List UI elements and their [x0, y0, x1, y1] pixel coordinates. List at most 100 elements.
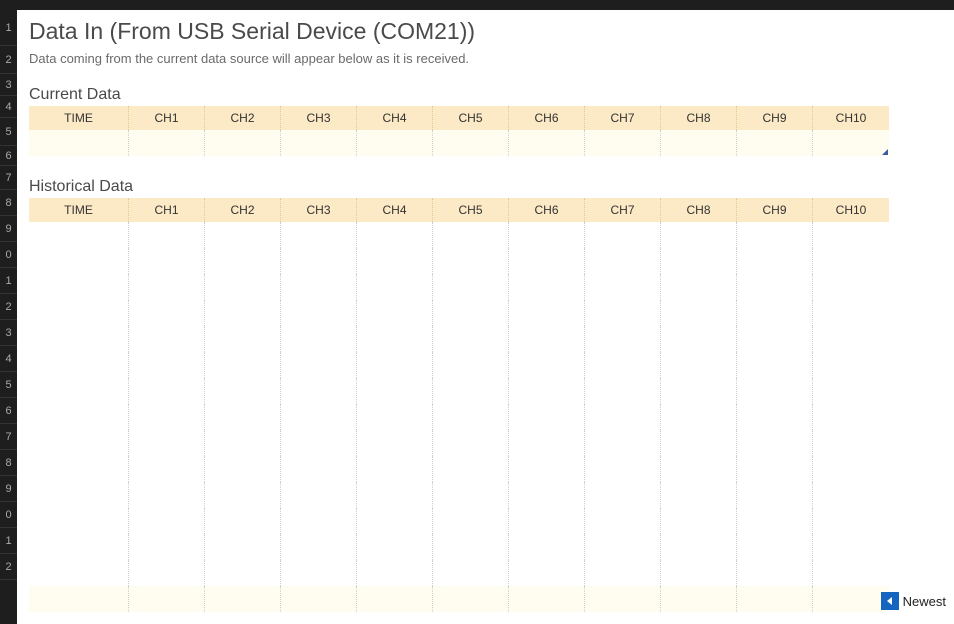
data-cell[interactable] — [509, 248, 585, 274]
data-cell[interactable] — [129, 586, 205, 612]
data-cell[interactable] — [585, 586, 661, 612]
data-cell[interactable] — [281, 300, 357, 326]
data-cell[interactable] — [433, 300, 509, 326]
newest-button[interactable]: Newest — [881, 592, 946, 610]
data-cell[interactable] — [661, 508, 737, 534]
data-cell[interactable] — [205, 508, 281, 534]
data-cell[interactable] — [661, 586, 737, 612]
data-cell[interactable] — [737, 482, 813, 508]
data-cell[interactable] — [661, 482, 737, 508]
data-cell[interactable] — [509, 586, 585, 612]
data-cell[interactable] — [813, 404, 889, 430]
data-cell[interactable] — [585, 456, 661, 482]
data-cell[interactable] — [737, 274, 813, 300]
data-cell[interactable] — [357, 326, 433, 352]
data-cell[interactable] — [205, 352, 281, 378]
data-cell[interactable] — [509, 534, 585, 560]
data-cell[interactable] — [813, 482, 889, 508]
data-cell[interactable] — [205, 404, 281, 430]
data-cell[interactable] — [29, 560, 129, 586]
data-cell[interactable] — [661, 378, 737, 404]
data-cell[interactable] — [357, 430, 433, 456]
data-cell[interactable] — [509, 430, 585, 456]
data-cell[interactable] — [737, 300, 813, 326]
data-cell[interactable] — [585, 508, 661, 534]
data-cell[interactable] — [281, 222, 357, 248]
data-cell[interactable] — [129, 534, 205, 560]
data-cell[interactable] — [737, 222, 813, 248]
data-cell[interactable] — [129, 300, 205, 326]
data-cell[interactable] — [433, 352, 509, 378]
data-cell[interactable] — [433, 456, 509, 482]
data-cell[interactable] — [661, 222, 737, 248]
data-cell[interactable] — [813, 430, 889, 456]
data-cell[interactable] — [813, 456, 889, 482]
data-cell[interactable] — [585, 378, 661, 404]
data-cell[interactable] — [29, 248, 129, 274]
data-cell[interactable] — [281, 586, 357, 612]
data-cell[interactable] — [205, 130, 281, 156]
data-cell[interactable] — [205, 326, 281, 352]
data-cell[interactable] — [205, 248, 281, 274]
data-cell[interactable] — [509, 378, 585, 404]
data-cell[interactable] — [813, 248, 889, 274]
data-cell[interactable] — [281, 378, 357, 404]
data-cell[interactable] — [813, 378, 889, 404]
data-cell[interactable] — [585, 130, 661, 156]
data-cell[interactable] — [737, 560, 813, 586]
data-cell[interactable] — [357, 456, 433, 482]
data-cell[interactable] — [509, 508, 585, 534]
data-cell[interactable] — [357, 352, 433, 378]
data-cell[interactable] — [585, 274, 661, 300]
data-cell[interactable] — [29, 482, 129, 508]
data-cell[interactable] — [29, 300, 129, 326]
data-cell[interactable] — [433, 378, 509, 404]
data-cell[interactable] — [129, 130, 205, 156]
data-cell[interactable] — [29, 326, 129, 352]
data-cell[interactable] — [281, 404, 357, 430]
data-cell[interactable] — [433, 274, 509, 300]
data-cell[interactable] — [29, 404, 129, 430]
data-cell[interactable] — [433, 404, 509, 430]
data-cell[interactable] — [737, 456, 813, 482]
data-cell[interactable] — [205, 482, 281, 508]
resize-handle-icon[interactable] — [882, 149, 888, 155]
data-cell[interactable] — [129, 352, 205, 378]
data-cell[interactable] — [433, 560, 509, 586]
data-cell[interactable] — [29, 586, 129, 612]
data-cell[interactable] — [813, 352, 889, 378]
data-cell[interactable] — [509, 456, 585, 482]
data-cell[interactable] — [281, 430, 357, 456]
data-cell[interactable] — [661, 560, 737, 586]
data-cell[interactable] — [205, 222, 281, 248]
data-cell[interactable] — [585, 300, 661, 326]
data-cell[interactable] — [509, 222, 585, 248]
data-cell[interactable] — [357, 560, 433, 586]
data-cell[interactable] — [205, 274, 281, 300]
data-cell[interactable] — [357, 300, 433, 326]
data-cell[interactable] — [813, 508, 889, 534]
data-cell[interactable] — [29, 456, 129, 482]
data-cell[interactable] — [433, 326, 509, 352]
data-cell[interactable] — [205, 378, 281, 404]
data-cell[interactable] — [357, 482, 433, 508]
data-cell[interactable] — [281, 130, 357, 156]
data-cell[interactable] — [737, 326, 813, 352]
data-cell[interactable] — [813, 586, 889, 612]
data-cell[interactable] — [737, 586, 813, 612]
data-cell[interactable] — [129, 482, 205, 508]
data-cell[interactable] — [281, 456, 357, 482]
data-cell[interactable] — [813, 534, 889, 560]
data-cell[interactable] — [129, 274, 205, 300]
data-cell[interactable] — [205, 430, 281, 456]
data-cell[interactable] — [509, 326, 585, 352]
data-cell[interactable] — [737, 378, 813, 404]
data-cell[interactable] — [129, 456, 205, 482]
data-cell[interactable] — [281, 326, 357, 352]
data-cell[interactable] — [357, 378, 433, 404]
data-cell[interactable] — [433, 430, 509, 456]
data-cell[interactable] — [205, 586, 281, 612]
data-cell[interactable] — [357, 248, 433, 274]
data-cell[interactable] — [813, 300, 889, 326]
data-cell[interactable] — [433, 534, 509, 560]
